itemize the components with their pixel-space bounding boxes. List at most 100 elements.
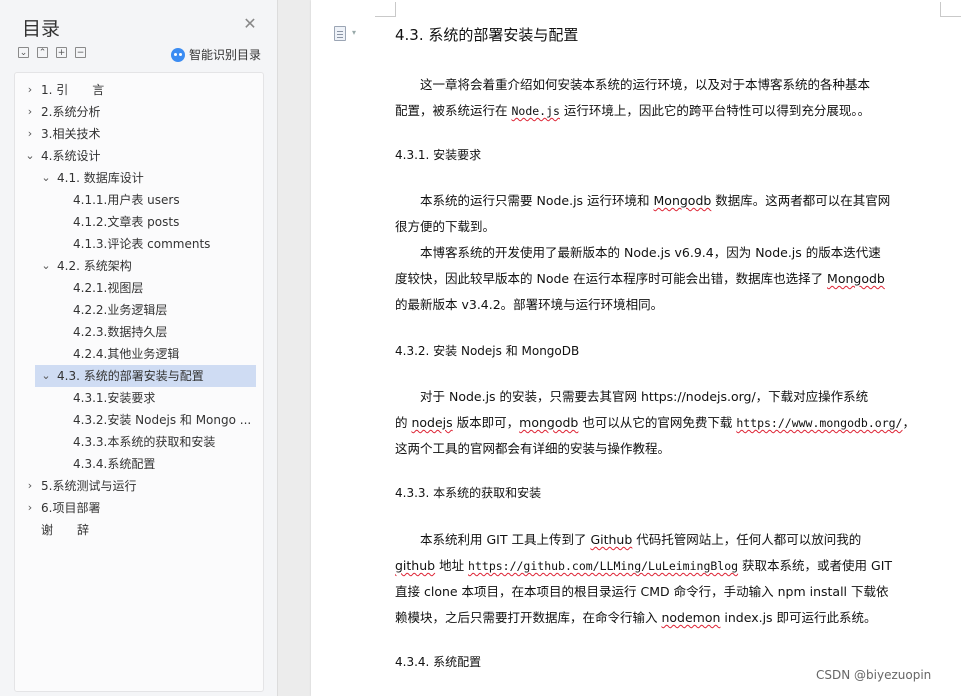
text-run: mongodb [519, 415, 579, 430]
collapse-all-icon[interactable]: ⌄ [18, 47, 29, 58]
toc-item-persistence-layer[interactable]: 4.2.3.数据持久层 [73, 321, 253, 343]
toc-item-deployment[interactable]: ⌄ 4.3. 系统的部署安装与配置 [35, 365, 256, 387]
toc-item-intro[interactable]: › 1. 引 言 [25, 79, 253, 101]
subsection-heading: 4.3.3. 本系统的获取和安装 [395, 486, 542, 500]
text-run: nodejs [411, 415, 453, 430]
subsection-heading: 4.3.4. 系统配置 [395, 655, 482, 669]
paragraph-install-req: 本系统的运行只需要 Node.js 运行环境和 Mongodb 数据库。这两者都… [395, 188, 941, 318]
toc-item-label: 4.2.4.其他业务逻辑 [73, 347, 180, 361]
toc-item-label: 3.相关技术 [41, 127, 101, 141]
text-line: 配置，被系统运行在 Node.js 运行环境上，因此它的跨平台特性可以得到充分展… [395, 98, 941, 124]
toc-item-thanks[interactable]: 谢 辞 [25, 519, 253, 541]
toc-item-design[interactable]: ⌄ 4.系统设计 [25, 145, 253, 167]
toc-item-other-logic[interactable]: 4.2.4.其他业务逻辑 [73, 343, 253, 365]
toc-item-label: 4.3.1.安装要求 [73, 391, 156, 405]
toc-item-label: 谢 辞 [41, 523, 90, 537]
toc-item-project-deploy[interactable]: › 6.项目部署 [25, 497, 253, 519]
toc-item-label: 5.系统测试与运行 [41, 479, 137, 493]
text-line: 这一章将会着重介绍如何安装本系统的运行环境，以及对于本博客系统的各种基本 [420, 77, 871, 92]
paragraph-intro: 这一章将会着重介绍如何安装本系统的运行环境，以及对于本博客系统的各种基本 配置，… [395, 72, 941, 124]
toc-item-logic-layer[interactable]: 4.2.2.业务逻辑层 [73, 299, 253, 321]
toc-item-label: 4.2.1.视图层 [73, 281, 144, 295]
toc-item-label: 4.3.3.本系统的获取和安装 [73, 435, 216, 449]
toc-item-testing[interactable]: › 5.系统测试与运行 [25, 475, 253, 497]
toc-item-install-req[interactable]: 4.3.1.安装要求 [73, 387, 253, 409]
toc-item-label: 4.1.2.文章表 posts [73, 215, 180, 229]
text-line: 度较快，因此较早版本的 Node 在运行本程序时可能会出错，数据库也选择了 Mo… [395, 266, 941, 292]
text-run: 也可以从它的官网免费下载 [578, 415, 737, 430]
toc-item-comments[interactable]: 4.1.3.评论表 comments [73, 233, 253, 255]
subsection-heading: 4.3.2. 安装 Nodejs 和 MongoDB [395, 344, 580, 358]
toc-item-get-install[interactable]: 4.3.3.本系统的获取和安装 [73, 431, 253, 453]
toc-toolbar: ⌄ ⌃ + − [18, 47, 86, 58]
text-line: 本系统利用 GIT 工具上传到了 Github 代码托管网站上，任何人都可以放问… [395, 527, 941, 553]
text-line: 直接 clone 本项目，在本项目的根目录运行 CMD 命令行，手动输入 npm… [395, 584, 889, 599]
margin-corner-mark [940, 2, 961, 17]
text-run: github [395, 558, 436, 573]
toc-item-label: 4.2. 系统架构 [57, 259, 132, 273]
toc-item-view-layer[interactable]: 4.2.1.视图层 [73, 277, 253, 299]
toc-item-users[interactable]: 4.1.1.用户表 users [73, 189, 253, 211]
text-run: 赖模块，之后只需要打开数据库，在命令行输入 [395, 610, 662, 625]
text-run: 度较快，因此较早版本的 Node 在运行本程序时可能会出错，数据库也选择了 [395, 271, 828, 286]
text-run: 版本即可， [452, 415, 520, 430]
expand-all-icon[interactable]: ⌃ [37, 47, 48, 58]
toc-item-config[interactable]: 4.3.4.系统配置 [73, 453, 253, 475]
text-run: 运行环境上，因此它的跨平台特性可以得到充分展现。。 [559, 103, 871, 118]
smart-toc-label: 智能识别目录 [189, 48, 262, 62]
text-run: Mongodb [653, 193, 712, 208]
text-line: 对于 Node.js 的安装，只需要去其官网 https://nodejs.or… [420, 389, 869, 404]
text-line: github 地址 https://github.com/LLMing/LuLe… [395, 553, 941, 579]
toc-item-label: 1. 引 言 [41, 83, 105, 97]
toc-item-label: 4.系统设计 [41, 149, 101, 163]
text-run: 代码托管网站上，任何人都可以放问我的 [632, 532, 862, 547]
toc-item-install-node[interactable]: 4.3.2.安装 Nodejs 和 Mongo ... [73, 409, 253, 431]
smart-toc-button[interactable]: 智能识别目录 [171, 46, 261, 63]
toc-item-label: 4.3. 系统的部署安装与配置 [57, 369, 204, 383]
chevron-right-icon[interactable]: › [25, 79, 35, 101]
toc-sidebar: 目录 ✕ ⌄ ⌃ + − 智能识别目录 › 1. 引 言 › 2.系统分析 › 3.相… [0, 0, 278, 696]
text-line: 这两个工具的官网都会有详细的安装与操作教程。 [395, 441, 671, 456]
text-run: ， [902, 415, 915, 430]
chevron-down-icon[interactable]: ⌄ [41, 167, 51, 189]
text-run: 本系统的运行只需要 Node.js 运行环境和 [420, 193, 654, 208]
mongodb-link[interactable]: https://www.mongodb.org/ [736, 416, 902, 430]
toc-item-label: 6.项目部署 [41, 501, 101, 515]
text-run: 的 [395, 415, 412, 430]
toc-item-label: 4.2.3.数据持久层 [73, 325, 168, 339]
text-run: 获取本系统，或者使用 GIT [738, 558, 893, 573]
paragraph-install-node: 对于 Node.js 的安装，只需要去其官网 https://nodejs.or… [395, 384, 941, 462]
text-run: Mongodb [827, 271, 885, 286]
chevron-right-icon[interactable]: › [25, 475, 35, 497]
dropdown-arrow-icon[interactable]: ▾ [352, 28, 356, 37]
margin-corner-mark [375, 2, 396, 17]
chevron-right-icon[interactable]: › [25, 497, 35, 519]
chevron-right-icon[interactable]: › [25, 123, 35, 145]
subsection-heading: 4.3.1. 安装要求 [395, 148, 482, 162]
watermark: CSDN @biyezuopin [816, 668, 932, 682]
toc-item-tech[interactable]: › 3.相关技术 [25, 123, 253, 145]
toc-item-label: 4.1.3.评论表 comments [73, 237, 211, 251]
add-heading-icon[interactable]: + [56, 47, 67, 58]
document-icon[interactable] [334, 26, 346, 41]
toc-item-analysis[interactable]: › 2.系统分析 [25, 101, 253, 123]
section-heading: 4.3. 系统的部署安装与配置 [395, 26, 579, 44]
text-run: Node.js [511, 104, 560, 118]
chevron-down-icon[interactable]: ⌄ [41, 255, 51, 277]
text-run: 数据库。这两者都可以在其官网 [711, 193, 891, 208]
toc-item-label: 2.系统分析 [41, 105, 101, 119]
github-link[interactable]: https://github.com/LLMing/LuLeimingBlog [468, 559, 738, 573]
toc-item-label: 4.1. 数据库设计 [57, 171, 144, 185]
toc-item-label: 4.2.2.业务逻辑层 [73, 303, 168, 317]
toc-item-label: 4.3.4.系统配置 [73, 457, 156, 471]
toc-item-posts[interactable]: 4.1.2.文章表 posts [73, 211, 253, 233]
chevron-down-icon[interactable]: ⌄ [41, 365, 51, 387]
chevron-right-icon[interactable]: › [25, 101, 35, 123]
remove-heading-icon[interactable]: − [75, 47, 86, 58]
toc-title: 目录 [22, 18, 61, 40]
toc-list: › 1. 引 言 › 2.系统分析 › 3.相关技术 ⌄ 4.系统设计 ⌄ 4.1. 数据… [14, 72, 264, 692]
chevron-down-icon[interactable]: ⌄ [25, 145, 35, 167]
close-icon[interactable]: ✕ [242, 16, 258, 32]
toc-item-db-design[interactable]: ⌄ 4.1. 数据库设计 [41, 167, 253, 189]
toc-item-architecture[interactable]: ⌄ 4.2. 系统架构 [41, 255, 253, 277]
